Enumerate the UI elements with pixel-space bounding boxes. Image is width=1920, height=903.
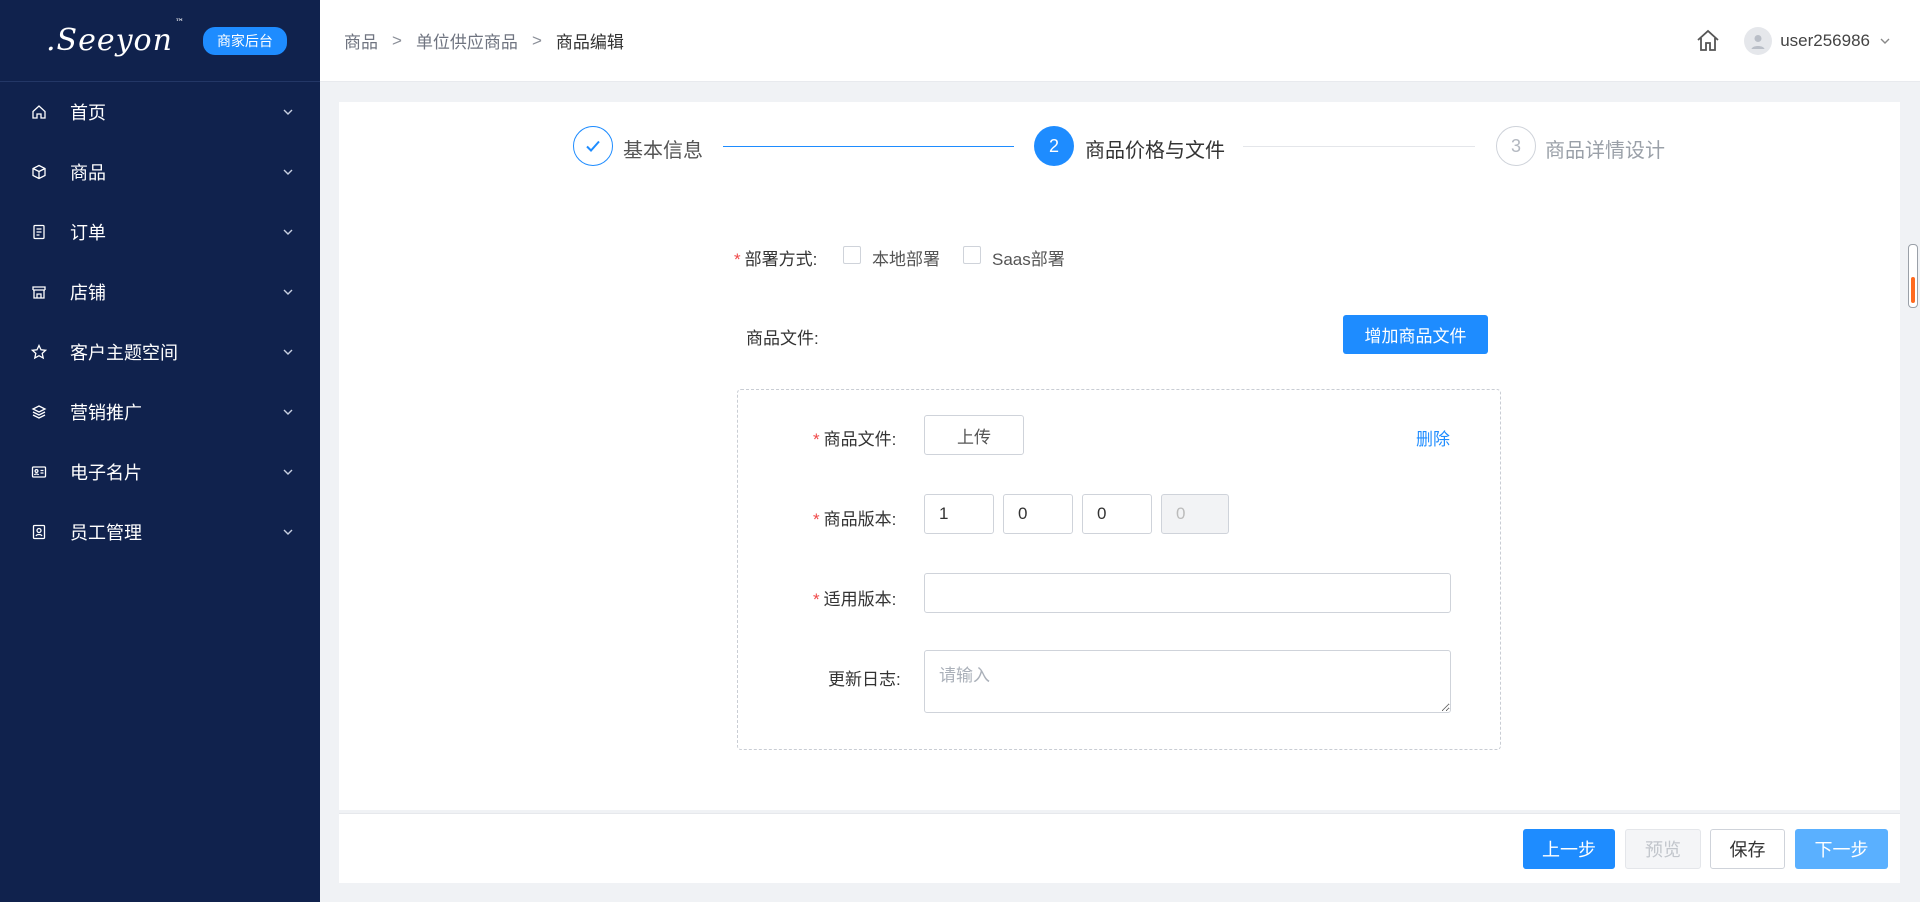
save-button[interactable]: 保存 bbox=[1710, 829, 1785, 869]
required-mark: * bbox=[813, 590, 820, 609]
logo[interactable]: .Seeyon ™ bbox=[46, 18, 185, 58]
store-icon bbox=[30, 283, 48, 301]
version-major-input[interactable] bbox=[924, 494, 994, 534]
sidebar-menu: 首页 商品 订单 店铺 客户主题空间 营销推广 电子名片 员工管理 bbox=[0, 82, 320, 562]
version-build-input bbox=[1161, 494, 1229, 534]
preview-button[interactable]: 预览 bbox=[1625, 829, 1701, 869]
breadcrumb-separator: > bbox=[531, 30, 542, 50]
step-2-title: 商品价格与文件 bbox=[1085, 140, 1225, 162]
prev-step-button[interactable]: 上一步 bbox=[1523, 829, 1615, 869]
required-mark: * bbox=[734, 250, 741, 269]
scroll-indicator[interactable] bbox=[1908, 244, 1918, 308]
chevron-down-icon bbox=[283, 469, 293, 475]
header-actions: user256986 bbox=[1694, 0, 1892, 82]
add-product-file-button[interactable]: 增加商品文件 bbox=[1343, 315, 1488, 354]
step-connector bbox=[723, 146, 1014, 147]
upload-button[interactable]: 上传 bbox=[924, 415, 1024, 455]
star-icon bbox=[30, 343, 48, 361]
chevron-down-icon bbox=[283, 529, 293, 535]
local-deploy-checkbox[interactable] bbox=[843, 246, 861, 264]
sidebar-item-marketing[interactable]: 营销推广 bbox=[0, 382, 320, 442]
required-mark: * bbox=[813, 510, 820, 529]
id-card-icon bbox=[30, 463, 48, 481]
document-icon bbox=[30, 223, 48, 241]
step-2-number: 2 bbox=[1034, 126, 1074, 166]
home-icon[interactable] bbox=[1694, 27, 1722, 55]
step-3-number: 3 bbox=[1496, 126, 1536, 166]
step-1-title: 基本信息 bbox=[623, 140, 703, 162]
breadcrumb-item[interactable]: 商品 bbox=[344, 28, 378, 53]
applicable-version-label: * 适用版本: bbox=[813, 590, 897, 609]
merchant-badge: 商家后台 bbox=[202, 26, 287, 55]
saas-deploy-label[interactable]: Saas部署 bbox=[992, 245, 1065, 270]
required-mark: * bbox=[813, 430, 820, 449]
version-patch-input[interactable] bbox=[1082, 494, 1152, 534]
breadcrumb-current: 商品编辑 bbox=[555, 33, 624, 52]
breadcrumb-item[interactable]: 单位供应商品 bbox=[416, 28, 518, 53]
delete-link[interactable]: 删除 bbox=[1416, 425, 1450, 450]
chevron-down-icon bbox=[283, 409, 293, 415]
saas-deploy-checkbox[interactable] bbox=[963, 246, 981, 264]
sidebar-item-business-card[interactable]: 电子名片 bbox=[0, 442, 320, 502]
brand: .Seeyon ™ 商家后台 bbox=[0, 0, 320, 82]
sidebar-item-store[interactable]: 店铺 bbox=[0, 262, 320, 322]
sidebar-item-label: 首页 bbox=[70, 103, 106, 123]
chevron-down-icon bbox=[283, 229, 293, 235]
chevron-down-icon bbox=[283, 169, 293, 175]
step-1-check-icon bbox=[573, 126, 613, 166]
chevron-down-icon bbox=[283, 349, 293, 355]
deploy-method-label: * 部署方式: bbox=[734, 250, 818, 269]
changelog-label: 更新日志: bbox=[828, 670, 901, 689]
sidebar-item-label: 店铺 bbox=[70, 283, 106, 303]
viewport: .Seeyon ™ 商家后台 首页 商品 订单 店铺 客户主题空间 营销推广 电… bbox=[0, 0, 1920, 903]
product-files-label: 商品文件: bbox=[746, 329, 819, 348]
breadcrumb: 商品 > 单位供应商品 > 商品编辑 bbox=[344, 28, 624, 53]
sidebar: .Seeyon ™ 商家后台 首页 商品 订单 店铺 客户主题空间 营销推广 电… bbox=[0, 0, 320, 902]
top-header: 商品 > 单位供应商品 > 商品编辑 user256986 bbox=[320, 0, 1920, 82]
sidebar-item-label: 员工管理 bbox=[70, 523, 142, 543]
sidebar-item-label: 订单 bbox=[70, 223, 106, 243]
sidebar-item-label: 营销推广 bbox=[70, 403, 142, 423]
file-upload-label: * 商品文件: bbox=[813, 430, 897, 449]
chevron-down-icon bbox=[283, 109, 293, 115]
sidebar-item-goods[interactable]: 商品 bbox=[0, 142, 320, 202]
sidebar-item-customer-space[interactable]: 客户主题空间 bbox=[0, 322, 320, 382]
cube-icon bbox=[30, 163, 48, 181]
sidebar-item-home[interactable]: 首页 bbox=[0, 82, 320, 142]
version-minor-input[interactable] bbox=[1003, 494, 1073, 534]
applicable-version-input[interactable] bbox=[924, 573, 1451, 613]
avatar[interactable] bbox=[1744, 27, 1773, 55]
local-deploy-label[interactable]: 本地部署 bbox=[872, 245, 940, 270]
step-3-title: 商品详情设计 bbox=[1545, 140, 1665, 162]
next-step-button[interactable]: 下一步 bbox=[1795, 829, 1888, 869]
version-label: * 商品版本: bbox=[813, 510, 897, 529]
sidebar-item-orders[interactable]: 订单 bbox=[0, 202, 320, 262]
layers-icon bbox=[30, 403, 48, 421]
sidebar-item-label: 客户主题空间 bbox=[70, 343, 178, 363]
sidebar-item-staff[interactable]: 员工管理 bbox=[0, 502, 320, 562]
sidebar-item-label: 电子名片 bbox=[70, 463, 142, 483]
step-connector bbox=[1243, 146, 1475, 147]
username[interactable]: user256986 bbox=[1780, 31, 1870, 51]
changelog-textarea[interactable] bbox=[924, 650, 1451, 713]
chevron-down-icon[interactable] bbox=[1878, 34, 1892, 48]
user-badge-icon bbox=[30, 523, 48, 541]
chevron-down-icon bbox=[283, 289, 293, 295]
sidebar-item-label: 商品 bbox=[70, 163, 106, 183]
home-icon bbox=[30, 103, 48, 121]
breadcrumb-separator: > bbox=[392, 30, 402, 50]
scroll-thumb[interactable] bbox=[1911, 277, 1915, 303]
